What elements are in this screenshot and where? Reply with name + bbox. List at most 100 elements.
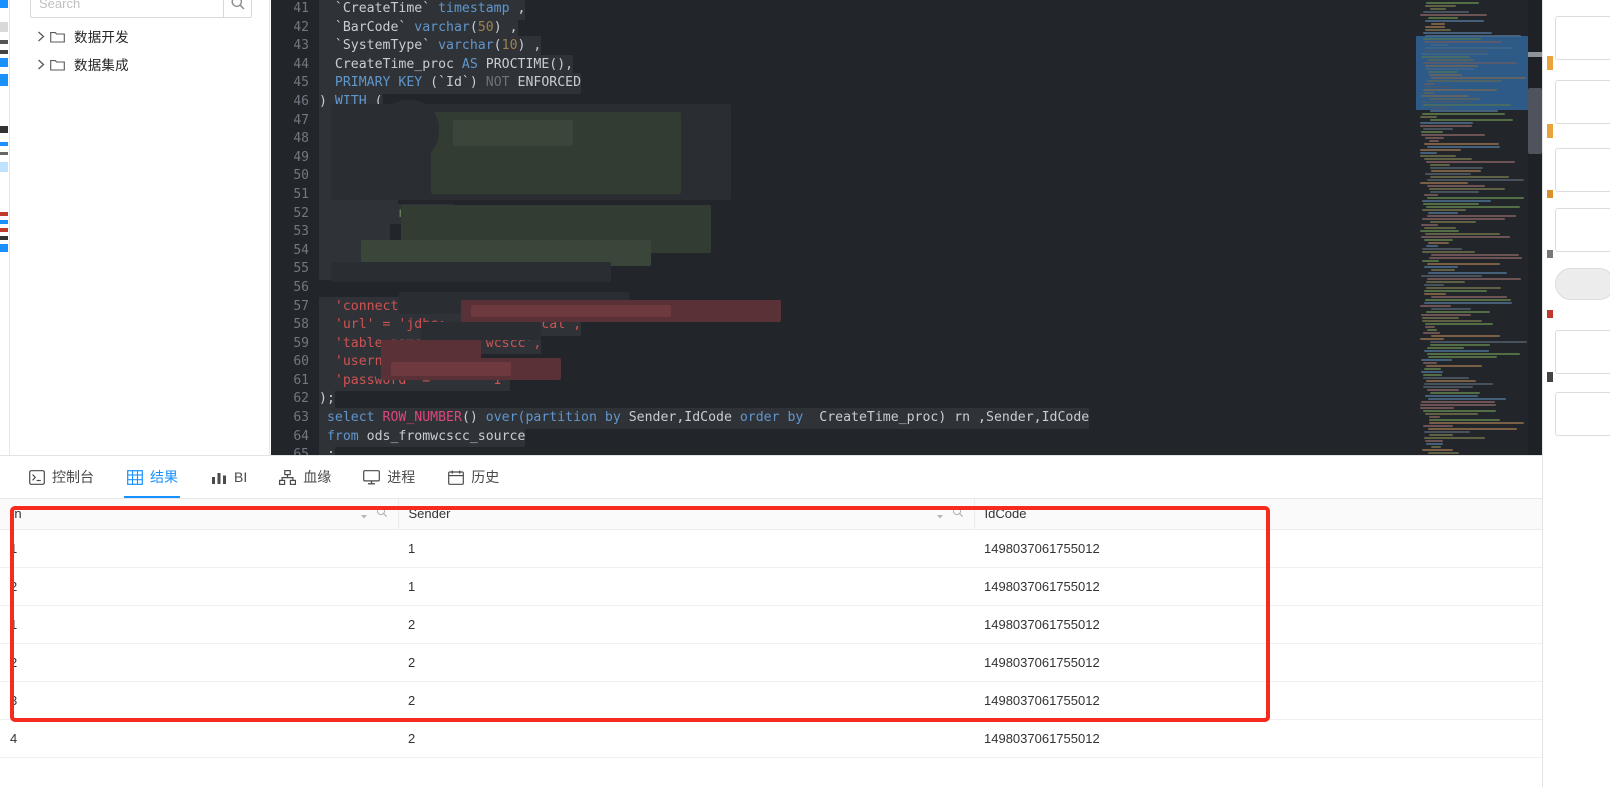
column-search-icon[interactable] [376,506,388,521]
minimap-line [1429,140,1439,142]
table-row[interactable]: 1 2 1498037061755012 [0,605,1542,644]
side-card[interactable] [1555,268,1610,300]
search-icon [231,0,245,10]
cell-Sender: 2 [398,681,974,720]
editor-minimap[interactable] [1416,0,1528,455]
minimap-line [1425,326,1435,328]
minimap-line [1420,149,1461,151]
tab-结果[interactable]: 结果 [110,456,194,498]
code-line: 63 select ROW_NUMBER() over(partition by… [271,408,1516,429]
column-header-rn[interactable]: rn [0,499,399,530]
explorer-panel: 数据开发 数据集成 [10,0,270,455]
minimap-line [1421,56,1470,58]
code-text: ; [319,445,335,455]
code-text: from ods_fromwcscc_source [319,426,526,448]
search-button[interactable] [223,0,251,17]
side-marker [1547,190,1553,198]
redaction-block [381,340,481,360]
tab-历史[interactable]: 历史 [431,456,515,498]
table-row[interactable]: 3 2 1498037061755012 [0,681,1542,720]
folder-icon [50,30,72,43]
minimap-line [1424,290,1487,292]
side-marker [1547,250,1553,258]
minimap-line [1426,380,1476,382]
minimap-line [1427,389,1459,391]
minimap-line [1423,332,1440,334]
chevron-right-icon[interactable] [32,31,50,42]
minimap-line [1423,38,1481,40]
minimap-line [1425,68,1474,70]
minimap-line [1424,194,1438,196]
cell-Sender: 2 [398,719,974,758]
line-number: 63 [293,410,309,426]
minimap-line [1423,128,1453,130]
left-rail-strip [0,0,10,455]
column-header-idcode[interactable]: IdCode [974,499,1542,530]
minimap-line [1420,182,1468,184]
cell-Sender: 1 [398,529,974,568]
minimap-line [1428,71,1458,73]
minimap-line [1422,320,1482,322]
minimap-line [1422,260,1439,262]
table-row[interactable]: 4 2 1498037061755012 [0,719,1542,758]
table-row[interactable]: 2 1 1498037061755012 [0,567,1542,606]
minimap-line [1427,353,1520,355]
right-side-panel [1542,0,1610,787]
code-text: `CreateTime` timestamp , [319,0,526,20]
minimap-line [1428,17,1458,19]
column-header-sender[interactable]: Sender [398,499,975,530]
code-editor[interactable]: 41 `CreateTime` timestamp , 42 `BarCode` … [271,0,1516,455]
minimap-line [1422,209,1466,211]
editor-scrollbar-thumb[interactable] [1528,88,1542,154]
cell-IdCode: 1498037061755012 [974,529,1542,568]
chevron-right-icon[interactable] [32,59,50,70]
minimap-line [1422,449,1453,451]
results-table-container[interactable]: rn Sender IdCode 1 1 1498037061755012 2 … [0,499,1542,787]
column-search-icon[interactable] [952,506,964,521]
search-input[interactable] [31,0,223,17]
minimap-line [1423,83,1435,85]
side-card[interactable] [1555,330,1610,374]
minimap-line [1428,212,1458,214]
minimap-line [1422,113,1505,115]
cell-rn: 3 [0,681,398,720]
minimap-line [1426,206,1520,208]
minimap-line [1429,257,1522,259]
side-card[interactable] [1555,16,1610,60]
tab-BI[interactable]: BI [194,456,263,498]
minimap-line [1424,431,1470,433]
cell-Sender: 2 [398,643,974,682]
tab-血缘[interactable]: 血缘 [263,456,347,498]
minimap-line [1420,407,1454,409]
minimap-line [1425,47,1512,49]
minimap-line [1431,23,1445,25]
minimap-line [1425,65,1478,67]
line-number: 64 [293,428,309,444]
minimap-line [1426,281,1465,283]
table-row[interactable]: 2 2 1498037061755012 [0,643,1542,682]
side-card[interactable] [1555,148,1610,192]
tree-item-data-development[interactable]: 数据开发 [10,22,269,50]
editor-scrollbar-track[interactable] [1528,0,1542,455]
tab-进程[interactable]: 进程 [347,456,431,498]
line-number: 62 [293,391,309,407]
side-card[interactable] [1555,392,1610,436]
sort-icon[interactable] [936,506,944,522]
line-number: 56 [293,279,309,295]
minimap-line [1425,395,1478,397]
minimap-line [1424,92,1434,94]
minimap-line [1428,428,1517,430]
side-card[interactable] [1555,80,1610,124]
sort-icon[interactable] [360,506,368,522]
minimap-line [1429,434,1453,436]
minimap-line [1423,11,1469,13]
line-number: 41 [293,1,309,16]
minimap-line [1431,446,1441,448]
tab-控制台[interactable]: 控制台 [12,456,110,498]
history-icon [447,469,464,486]
table-row[interactable]: 1 1 1498037061755012 [0,529,1542,568]
search-box[interactable] [30,0,252,18]
minimap-line [1420,152,1437,154]
tree-item-data-integration[interactable]: 数据集成 [10,50,269,78]
side-card[interactable] [1555,208,1610,252]
